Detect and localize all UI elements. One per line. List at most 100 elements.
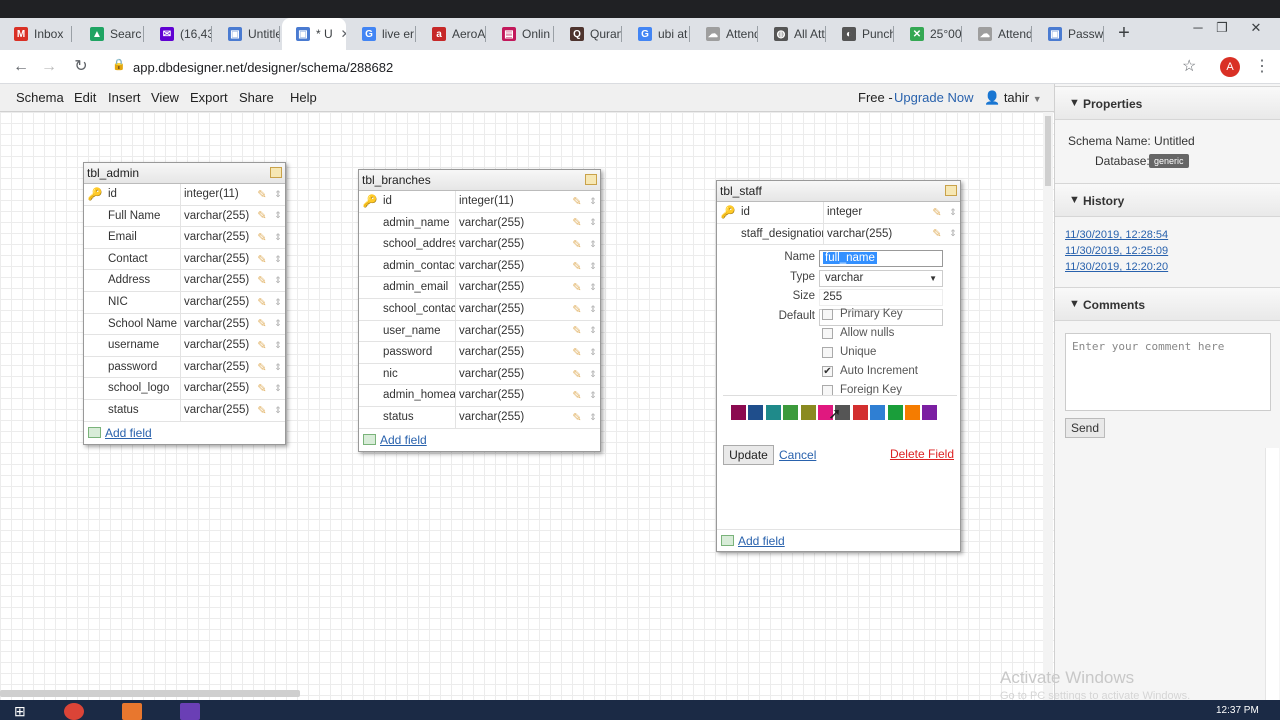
field-row[interactable]: nic varchar(255) ✎ ⇕	[359, 363, 600, 386]
browser-tab[interactable]: ▲ Searc	[76, 18, 144, 50]
edit-pencil-icon[interactable]: ✎	[568, 368, 586, 381]
field-row[interactable]: School Name varchar(255) ✎ ⇕	[84, 313, 285, 336]
field-row[interactable]: 🔑 id integer(11) ✎ ⇕	[84, 184, 285, 206]
browser-tab[interactable]: ✕ 25°00	[896, 18, 962, 50]
field-row[interactable]: admin_contact varchar(255) ✎ ⇕	[359, 255, 600, 278]
browser-tab[interactable]: ▣ Passw	[1034, 18, 1104, 50]
edit-pencil-icon[interactable]: ✎	[568, 238, 586, 251]
color-swatch[interactable]	[870, 405, 886, 421]
reorder-arrows-icon[interactable]: ⇕	[271, 210, 285, 221]
sidebar-scrollbar[interactable]	[1265, 448, 1279, 700]
color-swatch[interactable]	[852, 405, 868, 421]
close-tab-icon[interactable]: ✕	[341, 27, 346, 41]
menu-help[interactable]: Help	[290, 90, 317, 105]
field-row[interactable]: status varchar(255) ✎ ⇕	[84, 399, 285, 422]
reorder-arrows-icon[interactable]: ⇕	[586, 304, 600, 315]
edit-pencil-icon[interactable]: ✎	[928, 206, 946, 219]
edit-pencil-icon[interactable]: ✎	[568, 281, 586, 294]
color-swatch[interactable]	[731, 405, 746, 421]
field-row[interactable]: user_name varchar(255) ✎ ⇕	[359, 320, 600, 343]
reorder-arrows-icon[interactable]: ⇕	[271, 275, 285, 286]
edit-pencil-icon[interactable]: ✎	[928, 227, 946, 240]
horizontal-scrollbar[interactable]	[0, 690, 300, 697]
edit-pencil-icon[interactable]: ✎	[568, 346, 586, 359]
bookmark-star-icon[interactable]: ☆	[1182, 56, 1196, 76]
browser-tab[interactable]: ▣ * U ✕	[282, 18, 346, 50]
browser-tab[interactable]: ◍ All Att	[760, 18, 826, 50]
minimize-window-button[interactable]: ─	[1186, 18, 1210, 38]
field-row[interactable]: Contact varchar(255) ✎ ⇕	[84, 248, 285, 271]
close-window-button[interactable]: ✕	[1244, 18, 1268, 38]
browser-tab[interactable]: Q Quran	[556, 18, 622, 50]
user-menu[interactable]: 👤 tahir ▼	[984, 90, 1042, 106]
back-icon[interactable]: ←	[10, 56, 32, 78]
color-swatch[interactable]	[783, 405, 799, 421]
cancel-link[interactable]: Cancel	[779, 448, 816, 462]
browser-tab[interactable]: ✉ (16,43	[146, 18, 212, 50]
reorder-arrows-icon[interactable]: ⇕	[946, 228, 960, 239]
browser-tab[interactable]: Gubi at	[624, 18, 690, 50]
field-row[interactable]: admin_email varchar(255) ✎ ⇕	[359, 277, 600, 299]
reorder-arrows-icon[interactable]: ⇕	[271, 405, 285, 416]
option-checkbox[interactable]: ✔ Auto Increment	[822, 365, 918, 377]
field-name-input[interactable]: full_name	[819, 250, 943, 268]
field-row[interactable]: admin_homeaddressvarchar(255) ✎⇕	[359, 385, 600, 407]
color-swatch[interactable]	[887, 405, 903, 421]
edit-pencil-icon[interactable]: ✎	[568, 303, 586, 316]
reorder-arrows-icon[interactable]: ⇕	[586, 325, 600, 336]
scroll-thumb[interactable]	[1045, 116, 1051, 186]
color-swatch[interactable]	[748, 405, 764, 421]
field-row[interactable]: Address varchar(255) ✎ ⇕	[84, 270, 285, 292]
reorder-arrows-icon[interactable]: ⇕	[271, 189, 285, 200]
field-row[interactable]: admin_name varchar(255) ✎ ⇕	[359, 212, 600, 235]
add-field-link[interactable]: Add field	[717, 529, 960, 551]
table-options-icon[interactable]	[270, 167, 282, 178]
reorder-arrows-icon[interactable]: ⇕	[586, 261, 600, 272]
color-swatch[interactable]	[939, 405, 955, 421]
reorder-arrows-icon[interactable]: ⇕	[271, 254, 285, 265]
checkbox-checked-icon[interactable]: ✔	[822, 365, 833, 377]
browser-tab[interactable]: ☁ Attend	[692, 18, 758, 50]
reorder-arrows-icon[interactable]: ⇕	[946, 207, 960, 218]
edit-pencil-icon[interactable]: ✎	[253, 296, 271, 309]
edit-pencil-icon[interactable]: ✎	[253, 231, 271, 244]
menu-edit[interactable]: Edit	[74, 90, 96, 105]
forward-icon[interactable]: →	[38, 56, 60, 78]
field-type-select[interactable]: varchar ▼	[819, 270, 943, 288]
xampp-taskbar-icon[interactable]	[122, 703, 142, 720]
edit-pencil-icon[interactable]: ✎	[253, 274, 271, 287]
field-row[interactable]: school_contact varchar(255) ✎ ⇕	[359, 298, 600, 321]
reorder-arrows-icon[interactable]: ⇕	[586, 347, 600, 358]
edit-pencil-icon[interactable]: ✎	[253, 188, 271, 201]
field-row[interactable]: NIC varchar(255) ✎ ⇕	[84, 291, 285, 314]
edit-pencil-icon[interactable]: ✎	[253, 361, 271, 374]
checkbox-icon[interactable]	[822, 308, 833, 320]
edit-pencil-icon[interactable]: ✎	[568, 411, 586, 424]
field-row[interactable]: 🔑 id integer(11) ✎ ⇕	[359, 191, 600, 213]
browser-tab[interactable]: ▤ Onlin	[488, 18, 554, 50]
browser-tab[interactable]: ▣ Untitle	[214, 18, 280, 50]
field-row[interactable]: 🔑 id integer ✎ ⇕	[717, 202, 960, 224]
add-field-link[interactable]: Add field	[359, 429, 600, 451]
field-row[interactable]: password varchar(255) ✎ ⇕	[84, 356, 285, 379]
edit-pencil-icon[interactable]: ✎	[253, 317, 271, 330]
option-checkbox[interactable]: Unique	[822, 346, 876, 358]
edit-pencil-icon[interactable]: ✎	[253, 253, 271, 266]
table-tbl-admin[interactable]: tbl_admin 🔑 id integer(11) ✎ ⇕ Full Name varch…	[83, 162, 286, 445]
reorder-arrows-icon[interactable]: ⇕	[271, 340, 285, 351]
reorder-arrows-icon[interactable]: ⇕	[271, 297, 285, 308]
edit-pencil-icon[interactable]: ✎	[568, 324, 586, 337]
edit-pencil-icon[interactable]: ✎	[253, 339, 271, 352]
new-tab-button[interactable]: +	[1114, 18, 1134, 50]
vertical-scrollbar[interactable]	[1043, 112, 1053, 700]
upgrade-link[interactable]: Upgrade Now	[894, 90, 974, 105]
reorder-arrows-icon[interactable]: ⇕	[271, 232, 285, 243]
menu-view[interactable]: View	[151, 90, 179, 105]
windows-start-icon[interactable]: ⊞	[14, 703, 34, 720]
reorder-arrows-icon[interactable]: ⇕	[271, 383, 285, 394]
reorder-arrows-icon[interactable]: ⇕	[586, 217, 600, 228]
reorder-arrows-icon[interactable]: ⇕	[586, 239, 600, 250]
delete-field-link[interactable]: Delete Field	[890, 447, 954, 461]
field-row[interactable]: Email varchar(255) ✎ ⇕	[84, 227, 285, 249]
checkbox-icon[interactable]	[822, 327, 833, 339]
